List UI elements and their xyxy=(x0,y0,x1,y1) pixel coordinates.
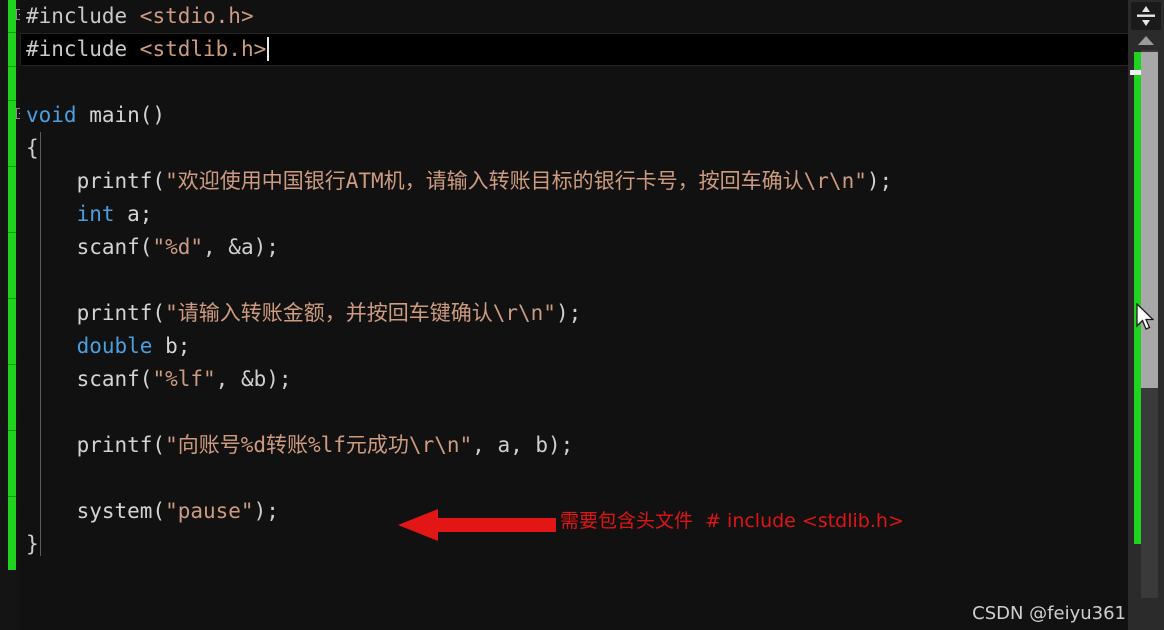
annotation-text: 需要包含头文件 # include <stdlib.h> xyxy=(560,510,904,532)
code-token: scanf( xyxy=(26,235,153,259)
code-token: a; xyxy=(114,202,153,226)
code-token: b; xyxy=(152,334,191,358)
code-line[interactable] xyxy=(20,396,1128,429)
code-token: #include xyxy=(26,37,140,61)
code-line[interactable]: #include <stdlib.h> xyxy=(20,33,1128,66)
code-token: "%d" xyxy=(152,235,204,259)
code-token: "pause" xyxy=(165,499,254,523)
code-token: { xyxy=(26,136,39,160)
text-caret xyxy=(267,37,270,61)
code-line[interactable]: { xyxy=(20,132,1128,165)
watermark-text: CSDN @feiyu361 xyxy=(972,603,1126,624)
code-line-list: #include <stdio.h> #include <stdlib.h> voi… xyxy=(20,0,1128,561)
code-token: #include xyxy=(26,4,140,28)
code-line[interactable] xyxy=(20,462,1128,495)
code-token: <stdlib.h> xyxy=(139,37,267,61)
code-line[interactable]: #include <stdio.h> xyxy=(20,0,1128,33)
code-line[interactable] xyxy=(20,66,1128,99)
code-token: "向账号%d转账%lf元成功\r\n" xyxy=(165,433,473,457)
code-token: "欢迎使用中国银行ATM机，请输入转账目标的银行卡号，按回车确认\r\n" xyxy=(165,169,867,193)
code-token: main() xyxy=(76,103,166,127)
overview-ruler-change-marks xyxy=(1134,52,1141,544)
code-line[interactable] xyxy=(20,264,1128,297)
code-token: ); xyxy=(253,499,279,523)
code-line[interactable]: printf("向账号%d转账%lf元成功\r\n", a, b); xyxy=(20,429,1128,462)
scrollbar-thumb[interactable] xyxy=(1141,52,1158,388)
code-line[interactable]: scanf("%lf", &b); xyxy=(20,363,1128,396)
code-token: int xyxy=(26,202,115,226)
code-line[interactable]: double b; xyxy=(20,330,1128,363)
code-token: void xyxy=(26,103,77,127)
code-line[interactable]: printf("欢迎使用中国银行ATM机，请输入转账目标的银行卡号，按回车确认\… xyxy=(20,165,1128,198)
code-line[interactable]: void main() xyxy=(20,99,1128,132)
code-line[interactable]: scanf("%d", &a); xyxy=(20,231,1128,264)
code-token: <stdio.h> xyxy=(139,4,254,28)
scroll-up-arrow-icon[interactable] xyxy=(1138,36,1154,45)
code-token: printf( xyxy=(26,169,166,193)
code-token: , a, b); xyxy=(472,433,574,457)
code-token: "%lf" xyxy=(152,367,216,391)
split-editor-icon[interactable] xyxy=(1131,2,1161,30)
code-token: printf( xyxy=(26,433,166,457)
code-token: , &a); xyxy=(203,235,279,259)
code-token: scanf( xyxy=(26,367,153,391)
code-token: printf( xyxy=(26,301,166,325)
code-token: , &b); xyxy=(215,367,292,391)
code-token: } xyxy=(26,532,39,556)
code-editor-window: #include <stdio.h> #include <stdlib.h> voi… xyxy=(0,0,1164,630)
code-line[interactable]: printf("请输入转账金额，并按回车键确认\r\n"); xyxy=(20,297,1128,330)
code-token: ); xyxy=(555,301,582,325)
mouse-pointer-icon xyxy=(1136,303,1154,330)
code-token: system( xyxy=(26,499,166,523)
code-token: double xyxy=(26,334,153,358)
code-surface[interactable]: #include <stdio.h> #include <stdlib.h> voi… xyxy=(20,0,1128,630)
code-line[interactable]: int a; xyxy=(20,198,1128,231)
code-token: "请输入转账金额，并按回车键确认\r\n" xyxy=(165,301,556,325)
code-token: ); xyxy=(866,169,893,193)
